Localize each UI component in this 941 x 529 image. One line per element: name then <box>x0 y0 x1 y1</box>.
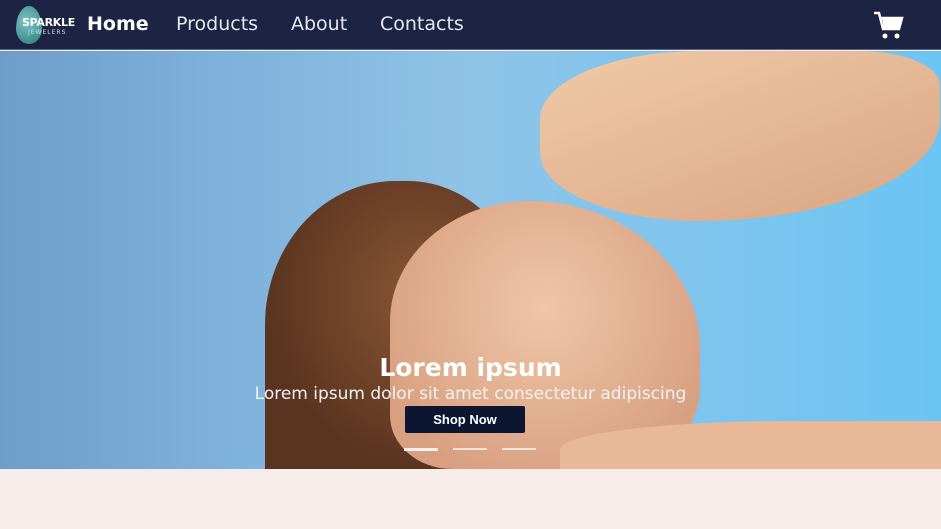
logo-text: SPARKLE <box>22 16 75 29</box>
navbar: SPARKLE JEWELERS Home Products About Con… <box>0 0 941 50</box>
cart-icon[interactable] <box>873 10 905 42</box>
nav-products[interactable]: Products <box>176 13 258 35</box>
carousel-indicator-3[interactable] <box>502 448 536 450</box>
nav-about[interactable]: About <box>291 13 347 35</box>
logo-subtext: JEWELERS <box>28 29 67 36</box>
nav-contacts[interactable]: Contacts <box>380 13 464 35</box>
hero-title: Lorem ipsum <box>379 353 562 382</box>
hero-subtitle: Lorem ipsum dolor sit amet consectetur a… <box>254 384 687 404</box>
hero-image-arm <box>540 51 940 221</box>
carousel-indicators <box>404 448 536 451</box>
logo[interactable]: SPARKLE JEWELERS <box>14 5 75 45</box>
carousel-indicator-2[interactable] <box>453 448 487 450</box>
hero-carousel: Lorem ipsum Lorem ipsum dolor sit amet c… <box>0 51 941 469</box>
carousel-indicator-1[interactable] <box>404 448 438 451</box>
nav-home[interactable]: Home <box>87 13 149 35</box>
page: SPARKLE JEWELERS Home Products About Con… <box>0 0 941 529</box>
shop-now-button[interactable]: Shop Now <box>405 406 525 433</box>
